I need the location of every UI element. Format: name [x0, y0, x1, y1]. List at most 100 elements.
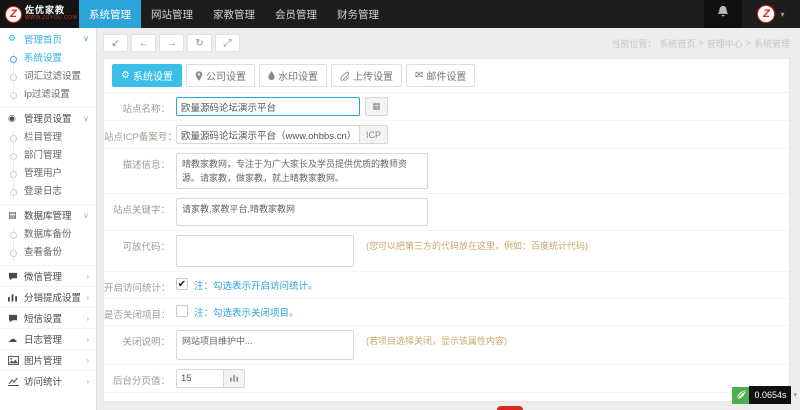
sidebar-group-label: 日志管理	[24, 332, 62, 346]
settings-tabs: ⚙ 系统设置 公司设置 水印设置 上传设置 ✉ 邮件设置	[104, 59, 789, 93]
database-icon: ▤	[8, 210, 21, 221]
sidebar-group-commission[interactable]: 分销提成设置 ›	[0, 286, 96, 307]
target-icon: ◉	[8, 113, 21, 124]
page-below-logo-peek	[497, 406, 523, 410]
bars-icon	[230, 374, 238, 384]
breadcrumb-item-admin-center[interactable]: 管理中心	[707, 37, 743, 50]
back-button[interactable]: ←	[131, 34, 156, 52]
sidebar-group-images[interactable]: 图片管理 ›	[0, 349, 96, 370]
tab-mail-settings[interactable]: ✉ 邮件设置	[406, 64, 475, 87]
notifications-button[interactable]	[704, 0, 742, 28]
breadcrumb-separator: >	[698, 38, 703, 48]
close-project-checkbox[interactable]	[176, 305, 188, 317]
sidebar-item-word-filter[interactable]: 词汇过滤设置	[0, 68, 96, 86]
tab-upload-settings[interactable]: 上传设置	[331, 64, 402, 87]
description-label: 描述信息：	[104, 153, 170, 171]
breadcrumb-separator: >	[746, 38, 751, 48]
forward-button[interactable]: →	[159, 34, 184, 52]
page-size-addon-button[interactable]	[223, 369, 245, 388]
check-icon: ✔	[178, 279, 186, 290]
sidebar: ⚙ 管理首页 ∨ 系统设置 词汇过滤设置 Ip过滤设置 ◉ 管理员设置 ∨ 栏目…	[0, 28, 97, 410]
tab-label: 水印设置	[278, 68, 318, 83]
shrink-button[interactable]: ↙	[103, 34, 128, 52]
sidebar-group-admin-home[interactable]: ⚙ 管理首页 ∨	[0, 28, 96, 49]
form-row-keywords: 站点关键字： 请家教,家教平台,晴教家教网	[104, 194, 789, 231]
chevron-right-icon: ›	[86, 314, 89, 323]
nav-item-system[interactable]: 系统管理	[79, 0, 141, 28]
form-row-icp: 站点ICP备案号： ICP	[104, 121, 789, 149]
sidebar-item-columns[interactable]: 栏目管理	[0, 129, 96, 147]
tab-watermark-settings[interactable]: 水印设置	[259, 64, 327, 87]
chevron-right-icon: ›	[86, 272, 89, 281]
close-note-textarea[interactable]: 网站项目维护中...	[176, 330, 354, 360]
system-settings-form: 站点名称： ▦ 站点ICP备案号： ICP 描述信息： 晴教家教网，专注于为广大…	[104, 93, 789, 402]
refresh-button[interactable]: ↻	[187, 34, 212, 52]
tab-label: 邮件设置	[426, 68, 466, 83]
sidebar-group-label: 管理员设置	[24, 111, 72, 125]
sidebar-item-system-settings[interactable]: 系统设置	[0, 50, 96, 68]
code-hint: (您可以把第三方的代码放在这里，例如：百度统计代码)	[366, 235, 588, 252]
bell-icon	[717, 5, 729, 23]
leaf-icon	[732, 387, 749, 404]
chevron-right-icon: ›	[86, 293, 89, 302]
sidebar-item-ip-filter[interactable]: Ip过滤设置	[0, 86, 96, 104]
main-content: ↙ ← → ↻ ⤢ 当前位置： 系统首页 > 管理中心 > 系统管理 ⚙ 系统设…	[98, 28, 800, 410]
visit-stats-label: 开启访问统计：	[104, 276, 170, 294]
sidebar-group-logs[interactable]: ☁ 日志管理 ›	[0, 328, 96, 349]
code-textarea[interactable]	[176, 235, 354, 267]
nav-item-members[interactable]: 会员管理	[265, 0, 327, 28]
visit-stats-checkbox[interactable]: ✔	[176, 278, 188, 290]
fullscreen-button[interactable]: ⤢	[215, 34, 240, 52]
sidebar-item-departments[interactable]: 部门管理	[0, 147, 96, 165]
chevron-right-icon: ›	[86, 356, 89, 365]
location-pin-icon	[195, 71, 203, 81]
sidebar-group-admin-settings[interactable]: ◉ 管理员设置 ∨	[0, 107, 96, 128]
form-row-description: 描述信息： 晴教家教网，专注于为广大家长及学员提供优质的教师资源。请家教，做家教…	[104, 149, 789, 194]
sidebar-group-wechat[interactable]: 微信管理 ›	[0, 265, 96, 286]
visit-stats-note: 注：勾选表示开启访问统计。	[194, 276, 318, 292]
keywords-label: 站点关键字：	[104, 198, 170, 216]
grid-addon-button[interactable]: ▦	[365, 97, 388, 116]
breadcrumb-item-home[interactable]: 系统首页	[659, 37, 695, 50]
caret-down-icon: ▾	[793, 391, 797, 399]
sidebar-item-db-backup[interactable]: 数据库备份	[0, 226, 96, 244]
nav-item-tutoring[interactable]: 家教管理	[203, 0, 265, 28]
water-drop-icon	[268, 71, 275, 80]
form-row-page-size: 后台分页值：	[104, 365, 789, 393]
sidebar-group-database[interactable]: ▤ 数据库管理 ∨	[0, 204, 96, 225]
line-chart-icon	[8, 377, 21, 386]
tab-company-settings[interactable]: 公司设置	[186, 64, 255, 87]
breadcrumb: 当前位置： 系统首页 > 管理中心 > 系统管理	[611, 37, 790, 50]
user-menu[interactable]: Z ▾	[742, 0, 800, 28]
icp-input[interactable]	[176, 125, 360, 144]
sidebar-group-sms[interactable]: 短信设置 ›	[0, 307, 96, 328]
load-time-value: 0.0654s	[749, 386, 791, 404]
close-project-label: 是否关闭项目：	[104, 303, 170, 321]
close-note-label: 关闭说明：	[104, 330, 170, 348]
keywords-textarea[interactable]: 请家教,家教平台,晴教家教网	[176, 198, 428, 226]
save-button[interactable]: ⚙ 确定保存	[176, 401, 249, 402]
bar-chart-icon	[8, 293, 21, 302]
fullscreen-icon: ⤢	[224, 38, 232, 49]
sidebar-item-login-log[interactable]: 登录日志	[0, 183, 96, 201]
tab-system-settings[interactable]: ⚙ 系统设置	[112, 64, 182, 87]
nav-item-finance[interactable]: 财务管理	[327, 0, 389, 28]
site-name-input[interactable]	[176, 97, 360, 116]
gear-icon: ⚙	[8, 33, 21, 44]
sidebar-item-admin-users[interactable]: 管理用户	[0, 165, 96, 183]
page-size-input[interactable]	[176, 369, 224, 388]
breadcrumb-label: 当前位置：	[611, 37, 656, 50]
arrow-right-icon: →	[167, 38, 177, 49]
tab-label: 系统设置	[133, 68, 173, 83]
chevron-down-icon: ∨	[83, 114, 89, 123]
sidebar-item-view-backup[interactable]: 查看备份	[0, 244, 96, 262]
brand-logo[interactable]: Z 佐优家教 WWW.ZUYOU.COM	[0, 0, 79, 28]
icp-label: 站点ICP备案号：	[104, 125, 170, 143]
performance-badge[interactable]: 0.0654s ▾	[732, 386, 797, 404]
settings-panel: ⚙ 系统设置 公司设置 水印设置 上传设置 ✉ 邮件设置 站点名称：	[103, 58, 790, 402]
description-textarea[interactable]: 晴教家教网，专注于为广大家长及学员提供优质的教师资源。请家教，做家教，就上晴教家…	[176, 153, 428, 189]
nav-item-website[interactable]: 网站管理	[141, 0, 203, 28]
sidebar-group-label: 管理首页	[24, 32, 62, 46]
grid-icon: ▦	[372, 101, 381, 112]
sidebar-group-visit-stats[interactable]: 访问统计 ›	[0, 370, 96, 391]
